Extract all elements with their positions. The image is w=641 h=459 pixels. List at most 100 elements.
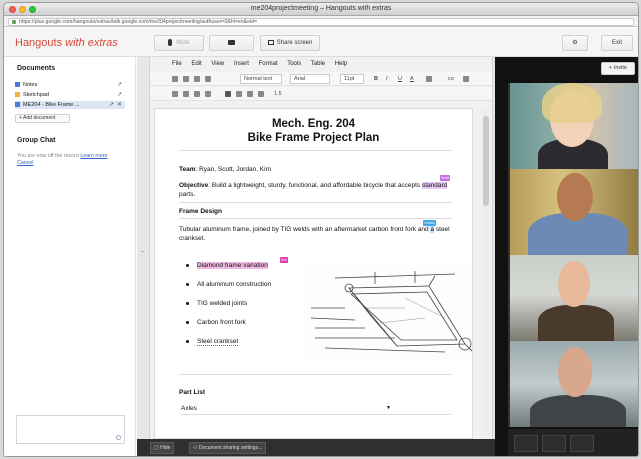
- doc-item-bike-frame[interactable]: ME204 - Bike Frame ... ↗ ✕: [15, 101, 125, 109]
- share-screen-button[interactable]: Share screen: [260, 35, 320, 51]
- menu-edit[interactable]: Edit: [191, 61, 201, 67]
- documents-title: Documents: [17, 65, 56, 72]
- doc-title-line-1: Mech. Eng. 204: [271, 118, 356, 130]
- document-icon: [15, 82, 20, 88]
- brand-suffix: with extras: [65, 37, 118, 49]
- text-color-button[interactable]: A: [410, 72, 414, 86]
- collaborator-cursor-tag: Scott: [440, 175, 450, 181]
- add-document-button[interactable]: + Add document: [15, 114, 70, 123]
- collaborator-cursor-tag: Jordan: [423, 220, 436, 226]
- image-icon[interactable]: [463, 76, 469, 82]
- screen-share-icon: [267, 39, 274, 45]
- cancel-link[interactable]: Cancel: [17, 160, 34, 166]
- hide-label: Hide: [160, 445, 171, 451]
- title-bar: me204projectmeeting – Hangouts with extr…: [4, 3, 638, 16]
- mute-mic-button[interactable]: Mute: [154, 35, 204, 51]
- exit-button[interactable]: Exit: [601, 35, 633, 51]
- bottom-bar: ▢ Hide ⚇ Document sharing settings...: [137, 439, 495, 456]
- editor-menu-bar: File Edit View Insert Format Tools Table…: [150, 57, 492, 71]
- bullet-text: Steel crankset: [197, 338, 239, 346]
- video-participant[interactable]: [508, 83, 638, 169]
- bike-frame-sketch: [305, 268, 472, 360]
- numbered-list-icon[interactable]: [172, 91, 178, 97]
- doc-item-notes[interactable]: Notes ↗: [15, 81, 125, 89]
- size-select[interactable]: 11pt: [340, 74, 364, 84]
- sharing-settings-button[interactable]: ⚇ Document sharing settings...: [189, 442, 267, 454]
- app-brand: Hangouts with extras: [15, 37, 118, 49]
- justify-icon[interactable]: [258, 91, 264, 97]
- document-page[interactable]: Mech. Eng. 204 Bike Frame Project Plan T…: [154, 108, 473, 439]
- menu-tools[interactable]: Tools: [287, 61, 301, 67]
- objective-end: parts.: [179, 191, 196, 198]
- divider: [179, 202, 452, 203]
- left-panel: Documents Notes ↗ Sketchpad ↗ ME204 - Bi…: [4, 57, 136, 456]
- participant-hair: [542, 83, 602, 123]
- bulleted-list-icon[interactable]: [183, 91, 189, 97]
- lock-icon: [12, 20, 16, 24]
- team-value: : Ryan, Scott, Jordan, Kim: [195, 166, 272, 173]
- hide-button[interactable]: ▢ Hide: [150, 442, 175, 454]
- print-icon[interactable]: [172, 76, 178, 82]
- redo-icon[interactable]: [194, 76, 200, 82]
- participant-face: [558, 347, 592, 397]
- chat-input[interactable]: [16, 415, 125, 444]
- url-bar: https://plus.google.com/hangouts/extras/…: [4, 16, 638, 27]
- open-arrow-icon[interactable]: ↗: [109, 101, 114, 109]
- close-icon[interactable]: ✕: [117, 101, 122, 109]
- open-arrow-icon[interactable]: ↗: [117, 81, 122, 89]
- camera-button[interactable]: [209, 35, 254, 51]
- gear-icon: ⚙: [572, 40, 578, 46]
- video-participant[interactable]: [508, 255, 638, 341]
- invite-label: Invite: [613, 65, 627, 71]
- frame-text-2: steel: [435, 226, 450, 233]
- doc-title-line-2: Bike Frame Project Plan: [247, 132, 380, 144]
- menu-view[interactable]: View: [211, 61, 224, 67]
- paint-format-icon[interactable]: [205, 76, 211, 82]
- align-center-icon[interactable]: [236, 91, 242, 97]
- menu-file[interactable]: File: [172, 61, 182, 67]
- italic-button[interactable]: I: [386, 72, 388, 86]
- collapse-panel-icon[interactable]: ⇔: [140, 249, 146, 255]
- menu-insert[interactable]: Insert: [234, 61, 249, 67]
- sketchpad-icon: [15, 92, 20, 98]
- bold-button[interactable]: B: [374, 72, 378, 86]
- microphone-icon: [168, 38, 173, 46]
- scroll-thumb[interactable]: [483, 116, 489, 206]
- invite-button[interactable]: + Invite: [601, 62, 635, 75]
- highlight-icon[interactable]: [426, 76, 432, 82]
- doc-item-sketchpad[interactable]: Sketchpad ↗: [15, 91, 125, 99]
- video-participant[interactable]: [508, 169, 638, 255]
- menu-format[interactable]: Format: [259, 61, 278, 67]
- style-select[interactable]: Normal text: [240, 74, 282, 84]
- emoji-icon[interactable]: [116, 435, 121, 440]
- participant-thumbnail[interactable]: [570, 435, 594, 452]
- highlighted-text: a: [430, 226, 435, 233]
- participant-tray: [508, 429, 638, 456]
- increase-indent-icon[interactable]: [205, 91, 211, 97]
- learn-more-link[interactable]: Learn more: [80, 153, 107, 159]
- menu-help[interactable]: Help: [335, 61, 347, 67]
- document-scrollbar[interactable]: [482, 108, 490, 439]
- share-screen-label: Share screen: [276, 40, 313, 46]
- undo-icon[interactable]: [183, 76, 189, 82]
- brand-name: Hangouts: [15, 37, 63, 49]
- align-left-icon[interactable]: [225, 91, 231, 97]
- frame-heading: Frame Design: [179, 208, 222, 215]
- underline-button[interactable]: U: [398, 72, 402, 86]
- align-right-icon[interactable]: [247, 91, 253, 97]
- paragraph-toolbar: 1.5: [150, 87, 492, 101]
- app-window: me204projectmeeting – Hangouts with extr…: [3, 2, 639, 457]
- menu-table[interactable]: Table: [311, 61, 325, 67]
- url-field[interactable]: https://plus.google.com/hangouts/extras/…: [8, 18, 634, 26]
- font-select[interactable]: Arial: [290, 74, 330, 84]
- off-record-text: You are now off the record: [17, 153, 79, 159]
- dropdown-arrow-icon[interactable]: ▼: [386, 405, 391, 411]
- decrease-indent-icon[interactable]: [194, 91, 200, 97]
- link-button[interactable]: co: [448, 72, 454, 86]
- line-spacing-button[interactable]: 1.5: [274, 87, 282, 101]
- participant-thumbnail[interactable]: [514, 435, 538, 452]
- participant-thumbnail[interactable]: [542, 435, 566, 452]
- video-participant[interactable]: [508, 341, 638, 427]
- open-arrow-icon[interactable]: ↗: [117, 91, 122, 99]
- settings-button[interactable]: ⚙: [562, 35, 588, 51]
